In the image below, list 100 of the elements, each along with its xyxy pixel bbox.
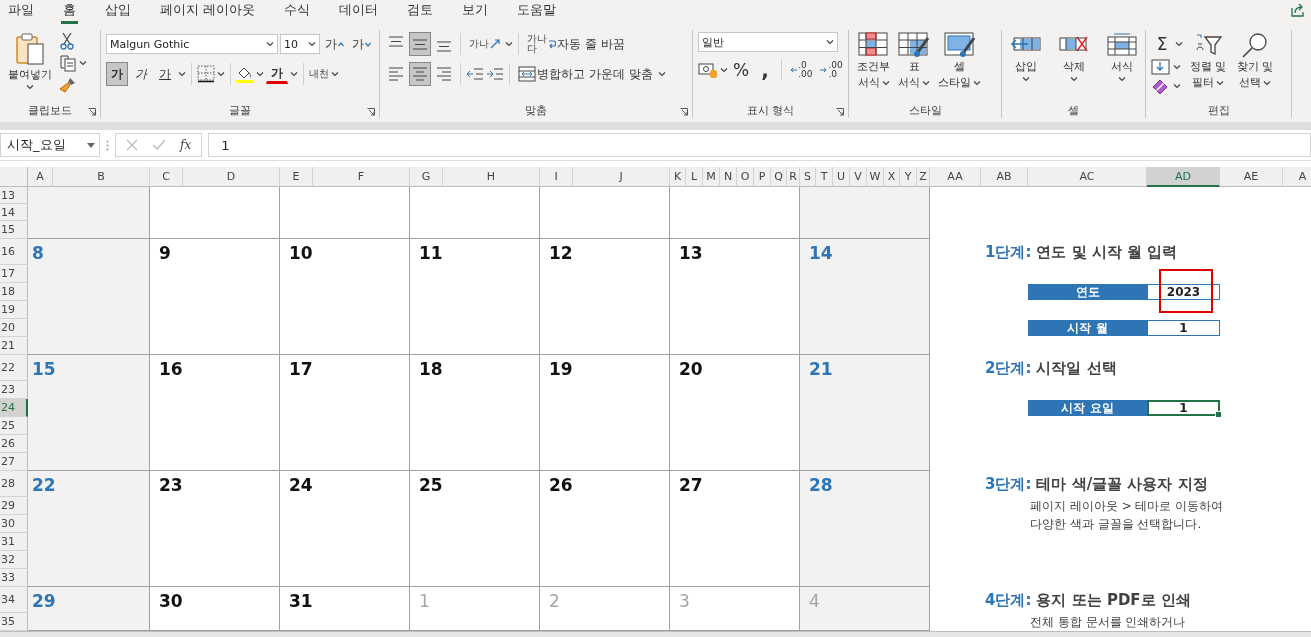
row-header[interactable]: 20 [0, 319, 28, 337]
comma-button[interactable]: , [754, 58, 777, 82]
column-header[interactable]: R [787, 167, 800, 187]
find-select-button[interactable]: 찾기 및 선택 [1233, 30, 1276, 102]
formula-input[interactable]: 1 [208, 133, 1311, 157]
merge-center-button[interactable]: 병합하고 가운데 맞춤 [515, 62, 656, 86]
row-header[interactable]: 33 [0, 569, 28, 587]
caret-icon[interactable] [505, 41, 513, 47]
column-header[interactable]: V [850, 167, 867, 187]
column-header[interactable]: Y [900, 167, 917, 187]
row-header[interactable]: 16 [0, 239, 28, 265]
caret-icon[interactable] [1069, 76, 1078, 82]
caret-icon[interactable] [290, 71, 298, 77]
scissors-icon[interactable] [59, 32, 75, 50]
caret-icon[interactable] [217, 71, 225, 77]
input-field[interactable]: 1 [1147, 320, 1220, 336]
caret-icon[interactable] [720, 67, 728, 73]
ribbon-tab[interactable]: 데이터 [337, 2, 381, 24]
row-header[interactable]: 31 [0, 533, 28, 551]
row-header[interactable]: 23 [0, 381, 28, 399]
name-box[interactable]: 시작_요일 [0, 133, 100, 157]
input-field[interactable]: 2023 [1147, 284, 1220, 300]
bold-button[interactable]: 가 [106, 62, 128, 86]
percent-button[interactable]: % [730, 58, 753, 82]
grow-font-button[interactable]: 가 [322, 32, 347, 56]
font-size-field[interactable]: 10 [280, 34, 320, 54]
shrink-font-button[interactable]: 가 [349, 32, 374, 56]
fill-handle[interactable] [1215, 411, 1222, 418]
caret-icon[interactable] [973, 80, 981, 86]
column-header[interactable]: I [540, 167, 573, 187]
column-header[interactable]: X [884, 167, 900, 187]
caret-icon[interactable] [331, 71, 339, 77]
dialog-launcher-icon[interactable] [367, 108, 375, 116]
row-header[interactable]: 28 [0, 471, 28, 497]
row-header[interactable]: 15 [0, 221, 28, 239]
caret-icon[interactable] [1262, 80, 1271, 86]
sort-filter-button[interactable]: 정렬 및 필터 [1187, 30, 1230, 102]
row-header[interactable]: 29 [0, 497, 28, 515]
row-header[interactable]: 13 [0, 187, 28, 204]
input-field[interactable]: 1 [1147, 400, 1220, 416]
autosum-button[interactable]: Σ [1151, 32, 1173, 56]
caret-icon[interactable] [922, 80, 930, 86]
ribbon-tab[interactable]: 삽입 [103, 2, 133, 24]
caret-icon[interactable] [1173, 83, 1181, 89]
caret-icon[interactable] [87, 142, 95, 148]
cell-styles-button[interactable]: 셀 스타일 [935, 30, 984, 102]
delete-cells-button[interactable]: 삭제 [1054, 30, 1093, 102]
phonetic-guide-button[interactable]: 내천 [309, 69, 329, 79]
column-header[interactable]: K [670, 167, 686, 187]
caret-icon[interactable] [657, 71, 666, 77]
column-header[interactable]: A [28, 167, 53, 187]
orientation-button[interactable]: 가나 [466, 32, 503, 56]
row-header[interactable]: 21 [0, 337, 28, 355]
caret-icon[interactable] [308, 41, 316, 47]
caret-icon[interactable] [1175, 41, 1183, 47]
column-header[interactable]: N [720, 167, 737, 187]
fill-color-icon[interactable] [236, 65, 254, 83]
caret-icon[interactable] [1021, 76, 1030, 82]
clipboard-icon[interactable] [15, 32, 45, 66]
column-header[interactable]: AB [981, 167, 1028, 187]
column-header[interactable]: F [313, 167, 410, 187]
row-header[interactable]: 18 [0, 283, 28, 301]
column-header[interactable]: J [573, 167, 670, 187]
conditional-format-button[interactable]: 조건부 서식 [854, 30, 893, 102]
font-name-field[interactable]: Malgun Gothic [106, 34, 278, 54]
decrease-decimal-button[interactable]: .0 .00 [787, 58, 816, 82]
column-header[interactable]: G [410, 167, 443, 187]
column-header[interactable]: AC [1028, 167, 1147, 187]
accounting-icon[interactable] [698, 61, 718, 79]
row-header[interactable]: 34 [0, 587, 28, 613]
row-header[interactable]: 24 [0, 399, 28, 417]
caret-icon[interactable] [881, 80, 890, 86]
number-format-field[interactable]: 일반 [698, 32, 838, 52]
column-header[interactable]: Q [771, 167, 787, 187]
row-header[interactable]: 22 [0, 355, 28, 381]
caret-icon[interactable] [1117, 76, 1126, 82]
column-header[interactable]: W [867, 167, 884, 187]
increase-decimal-button[interactable]: .00 .0 [817, 58, 846, 82]
caret-icon[interactable] [178, 71, 186, 77]
ribbon-tab[interactable]: 검토 [405, 2, 436, 24]
column-header[interactable]: E [280, 167, 313, 187]
caret-icon[interactable] [79, 60, 87, 66]
share-icon[interactable] [1291, 3, 1305, 17]
font-color-button[interactable]: 가 [266, 64, 288, 84]
dialog-launcher-icon[interactable] [680, 108, 688, 116]
column-header[interactable]: O [737, 167, 754, 187]
increase-indent-icon[interactable] [486, 66, 504, 82]
row-header[interactable]: 19 [0, 301, 28, 319]
row-header[interactable]: 27 [0, 453, 28, 471]
column-header[interactable]: Z [917, 167, 930, 187]
decrease-indent-icon[interactable] [466, 66, 484, 82]
caret-icon[interactable] [256, 71, 264, 77]
column-header[interactable]: B [53, 167, 150, 187]
ribbon-tab[interactable]: 파일 [6, 2, 36, 24]
column-header[interactable]: AA [930, 167, 981, 187]
column-header[interactable]: T [816, 167, 833, 187]
borders-icon[interactable] [197, 65, 215, 83]
ribbon-tab[interactable]: 도움말 [515, 2, 559, 24]
insert-cells-button[interactable]: 삽입 [1006, 30, 1045, 102]
underline-button[interactable]: 가 [154, 62, 176, 86]
